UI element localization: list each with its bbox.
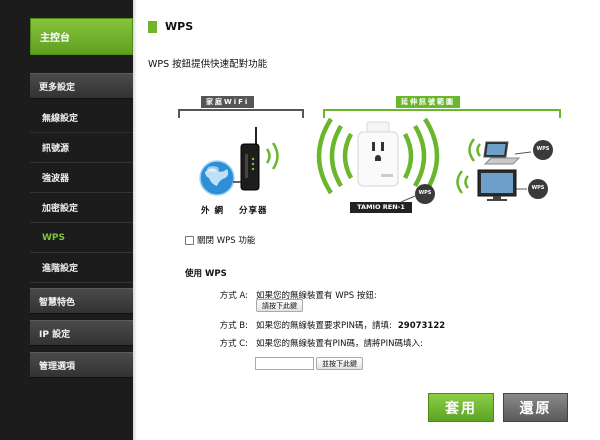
laptop-icon bbox=[483, 141, 521, 165]
home-wifi-label: 家庭WiFi bbox=[201, 96, 255, 108]
globe-icon bbox=[199, 160, 235, 196]
tv-wifi-waves bbox=[456, 170, 470, 194]
sidebar-item-smart-features[interactable]: 智慧特色 bbox=[30, 288, 133, 314]
page-title: WPS bbox=[165, 20, 194, 33]
sidebar-shadow bbox=[133, 0, 137, 440]
router-wifi-waves bbox=[265, 142, 279, 170]
router-icon bbox=[240, 127, 260, 191]
method-c-submit-button[interactable]: 並按下此鍵 bbox=[316, 357, 363, 370]
external-network-caption: 外 網 bbox=[201, 206, 224, 216]
home-bracket bbox=[178, 109, 304, 118]
method-b-label: 方式 B: bbox=[219, 321, 248, 331]
pin-code-input[interactable] bbox=[255, 357, 314, 370]
method-c-text: 如果您的無線裝置有PIN碼，請將PIN碼填入: bbox=[256, 339, 423, 349]
sidebar-item-advanced[interactable]: 進階設定 bbox=[30, 253, 133, 283]
disable-wps-label: 關閉 WPS 功能 bbox=[197, 236, 256, 246]
wps-pin-code: 29073122 bbox=[397, 321, 446, 331]
sidebar-item-more-settings[interactable]: 更多設定 bbox=[30, 73, 133, 99]
method-a-press-button[interactable]: 請按下此鍵 bbox=[256, 299, 303, 312]
laptop-wifi-waves bbox=[468, 138, 482, 162]
apply-button[interactable]: 套用 bbox=[428, 393, 494, 422]
extender-wifi-waves-right bbox=[402, 117, 440, 195]
title-accent-bar bbox=[148, 20, 157, 33]
extender-name: TAMIO REN-1 bbox=[357, 203, 405, 211]
extender-wifi-waves-left bbox=[316, 117, 354, 195]
disable-wps-row[interactable]: 關閉 WPS 功能 bbox=[185, 234, 255, 246]
method-b-row: 如果您的無線裝置要求PIN碼，請填: 29073122 bbox=[256, 319, 445, 331]
extended-bracket bbox=[323, 109, 561, 118]
wps-badge-text-tv: WPS bbox=[531, 185, 545, 191]
wps-diagram: 家庭WiFi 延伸訊號範圍 外 網 分享器 TAMIO REN-1 WPS WP… bbox=[175, 92, 565, 222]
method-c-label: 方式 C: bbox=[219, 339, 248, 349]
sidebar-item-wps[interactable]: WPS bbox=[30, 223, 133, 253]
sidebar-item-signal-source[interactable]: 訊號源 bbox=[30, 133, 133, 163]
sidebar-item-wireless[interactable]: 無線設定 bbox=[30, 103, 133, 133]
tv-icon bbox=[477, 169, 517, 201]
method-a-label: 方式 A: bbox=[219, 291, 248, 301]
use-wps-title: 使用 WPS bbox=[185, 269, 227, 279]
page-description: WPS 按鈕提供快速配對功能 bbox=[148, 59, 268, 70]
method-b-text: 如果您的無線裝置要求PIN碼，請填: bbox=[256, 321, 392, 331]
sidebar-item-extender[interactable]: 強波器 bbox=[30, 163, 133, 193]
sidebar-item-dashboard[interactable]: 主控台 bbox=[30, 18, 133, 55]
sidebar-item-ip-settings[interactable]: IP 設定 bbox=[30, 320, 133, 346]
sidebar: 主控台 更多設定 無線設定 訊號源 強波器 加密設定 WPS 進階設定 智慧特色… bbox=[0, 0, 133, 440]
sidebar-item-encryption[interactable]: 加密設定 bbox=[30, 193, 133, 223]
restore-button[interactable]: 還原 bbox=[503, 393, 568, 422]
extender-device-icon bbox=[357, 121, 399, 187]
sidebar-item-management[interactable]: 管理選項 bbox=[30, 352, 133, 378]
wps-badge-text-extender: WPS bbox=[418, 190, 432, 196]
page-header: WPS bbox=[148, 20, 193, 33]
wps-badge-text-laptop: WPS bbox=[536, 146, 550, 152]
disable-wps-checkbox[interactable] bbox=[185, 235, 194, 245]
extended-range-label: 延伸訊號範圍 bbox=[396, 96, 460, 108]
router-caption: 分享器 bbox=[239, 206, 268, 216]
